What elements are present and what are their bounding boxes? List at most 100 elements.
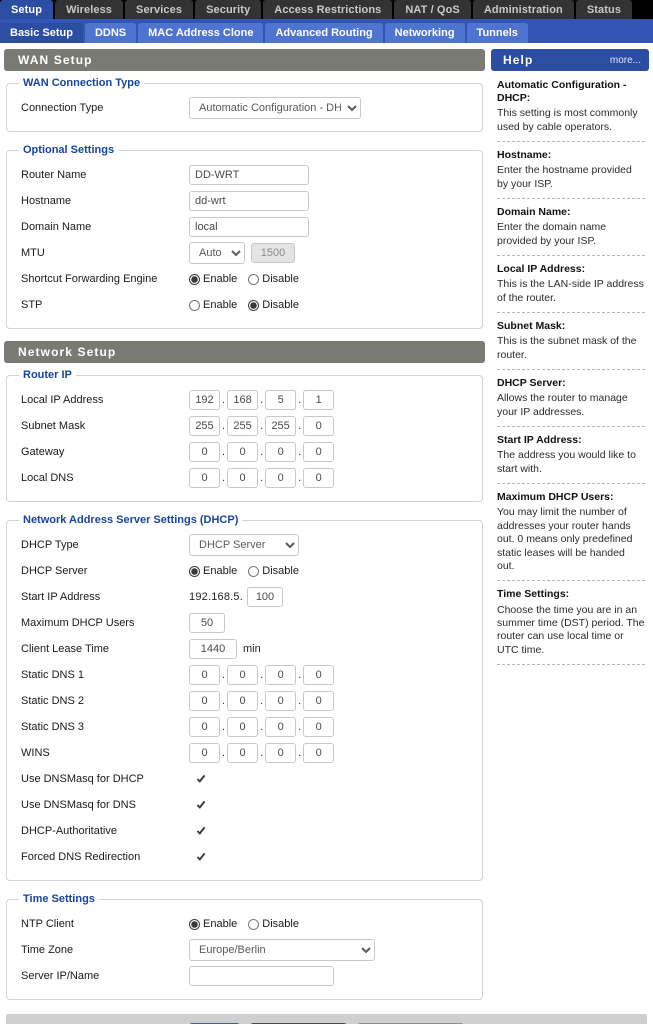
nav-tab-wireless[interactable]: Wireless	[55, 0, 123, 19]
dhcp-server-disable-radio[interactable]	[248, 566, 259, 577]
start-ip-input[interactable]	[247, 587, 283, 607]
static-dns-1-octet-4[interactable]	[303, 665, 334, 685]
static-dns-1-octet-3[interactable]	[265, 665, 296, 685]
subnet-mask-octet-1[interactable]	[189, 416, 220, 436]
shortcut-forwarding-engine-label: Shortcut Forwarding Engine	[17, 273, 189, 285]
help-more-link[interactable]: more...	[610, 55, 641, 66]
wins-label: WINS	[17, 747, 189, 759]
subnet-mask-octet-4[interactable]	[303, 416, 334, 436]
local-dns-octet-2[interactable]	[227, 468, 258, 488]
subnav-tab-basic-setup[interactable]: Basic Setup	[0, 23, 83, 43]
ntp-disable-option[interactable]: Disable	[248, 918, 299, 930]
secondary-navigation: Basic SetupDDNSMAC Address CloneAdvanced…	[0, 19, 653, 43]
sfe-disable-label: Disable	[262, 273, 299, 285]
time-zone-select[interactable]: Europe/Berlin	[189, 939, 375, 961]
help-description: This is the subnet mask of the router.	[497, 335, 645, 362]
gateway-octet-4[interactable]	[303, 442, 334, 462]
nav-tab-access-restrictions[interactable]: Access Restrictions	[263, 0, 392, 19]
max-dhcp-users-input[interactable]	[189, 613, 225, 633]
nav-tab-nat-qos[interactable]: NAT / QoS	[394, 0, 470, 19]
wins-octet-1[interactable]	[189, 743, 220, 763]
optional-settings-fieldset: Optional Settings Router Name Hostname D…	[6, 144, 483, 329]
ntp-enable-option[interactable]: Enable	[189, 918, 237, 930]
static-dns-3-octet-3[interactable]	[265, 717, 296, 737]
wins-octet-4[interactable]	[303, 743, 334, 763]
sfe-enable-radio[interactable]	[189, 274, 200, 285]
gateway-octet-3[interactable]	[265, 442, 296, 462]
local-dns-octet-3[interactable]	[265, 468, 296, 488]
local-dns-octet-4[interactable]	[303, 468, 334, 488]
dhcp-server-enable-option[interactable]: Enable	[189, 565, 237, 577]
static-dns-2-octet-3[interactable]	[265, 691, 296, 711]
stp-disable-radio[interactable]	[248, 300, 259, 311]
subnav-tab-mac-address-clone[interactable]: MAC Address Clone	[138, 23, 263, 43]
subnav-tab-ddns[interactable]: DDNS	[85, 23, 136, 43]
static-dns-2-octet-2[interactable]	[227, 691, 258, 711]
sfe-disable-option[interactable]: Disable	[248, 273, 299, 285]
sfe-enable-option[interactable]: Enable	[189, 273, 237, 285]
static-dns-1-octet-2[interactable]	[227, 665, 258, 685]
max-dhcp-users-row: Maximum DHCP Users	[17, 610, 472, 636]
nav-tab-setup[interactable]: Setup	[0, 0, 53, 19]
nav-tab-services[interactable]: Services	[125, 0, 193, 19]
local-ip-address-octet-4[interactable]	[303, 390, 334, 410]
use-dnsmasq-for-dns-checkbox[interactable]	[195, 799, 207, 811]
octet-separator: .	[220, 747, 227, 759]
client-lease-time-input[interactable]	[189, 639, 237, 659]
static-dns-2-octet-1[interactable]	[189, 691, 220, 711]
subnav-tab-advanced-routing[interactable]: Advanced Routing	[265, 23, 382, 43]
subnet-mask-octet-2[interactable]	[227, 416, 258, 436]
local-ip-address-octet-2[interactable]	[227, 390, 258, 410]
nav-tab-status[interactable]: Status	[576, 0, 632, 19]
nav-tab-administration[interactable]: Administration	[473, 0, 574, 19]
use-dnsmasq-for-dhcp-checkbox[interactable]	[195, 773, 207, 785]
router-name-input[interactable]	[189, 165, 309, 185]
subnav-tab-networking[interactable]: Networking	[385, 23, 465, 43]
domain-name-input[interactable]	[189, 217, 309, 237]
domain-name-label: Domain Name	[17, 221, 189, 233]
static-dns-3-octet-4[interactable]	[303, 717, 334, 737]
dhcp-authoritative-checkbox[interactable]	[195, 825, 207, 837]
static-dns-2-octet-4[interactable]	[303, 691, 334, 711]
stp-disable-option[interactable]: Disable	[248, 299, 299, 311]
server-ip-name-input[interactable]	[189, 966, 334, 986]
mtu-mode-select[interactable]: Auto	[189, 242, 245, 264]
help-item: Domain Name:Enter the domain name provid…	[491, 206, 649, 248]
dhcp-type-select[interactable]: DHCP Server	[189, 534, 299, 556]
sfe-disable-radio[interactable]	[248, 274, 259, 285]
stp-row: STP Enable Disable	[17, 292, 472, 318]
ntp-enable-radio[interactable]	[189, 919, 200, 930]
connection-type-select[interactable]: Automatic Configuration - DHCP	[189, 97, 361, 119]
stp-enable-radio[interactable]	[189, 300, 200, 311]
dhcp-server-disable-option[interactable]: Disable	[248, 565, 299, 577]
help-separator	[497, 369, 645, 370]
ntp-disable-radio[interactable]	[248, 919, 259, 930]
wins-octet-3[interactable]	[265, 743, 296, 763]
octet-separator: .	[296, 446, 303, 458]
dhcp-server-row: DHCP Server Enable Disable	[17, 558, 472, 584]
help-separator	[497, 312, 645, 313]
local-dns-octet-1[interactable]	[189, 468, 220, 488]
local-ip-address-octet-1[interactable]	[189, 390, 220, 410]
dhcp-server-enable-radio[interactable]	[189, 566, 200, 577]
server-ip-name-row: Server IP/Name	[17, 963, 472, 989]
shortcut-forwarding-engine-row: Shortcut Forwarding Engine Enable Disabl…	[17, 266, 472, 292]
stp-enable-option[interactable]: Enable	[189, 299, 237, 311]
hostname-input[interactable]	[189, 191, 309, 211]
gateway-label: Gateway	[17, 446, 189, 458]
gateway-octet-2[interactable]	[227, 442, 258, 462]
subnet-mask-octet-3[interactable]	[265, 416, 296, 436]
subnav-tab-tunnels[interactable]: Tunnels	[467, 23, 528, 43]
local-ip-address-octet-3[interactable]	[265, 390, 296, 410]
use-dnsmasq-for-dns-row: Use DNSMasq for DNS	[17, 792, 472, 818]
static-dns-3-octet-1[interactable]	[189, 717, 220, 737]
wins-octet-2[interactable]	[227, 743, 258, 763]
time-zone-row: Time Zone Europe/Berlin	[17, 937, 472, 963]
help-separator	[497, 141, 645, 142]
forced-dns-redirection-checkbox[interactable]	[195, 851, 207, 863]
static-dns-3-octet-2[interactable]	[227, 717, 258, 737]
static-dns-1-octet-1[interactable]	[189, 665, 220, 685]
nav-tab-security[interactable]: Security	[195, 0, 261, 19]
server-ip-name-label: Server IP/Name	[17, 970, 189, 982]
gateway-octet-1[interactable]	[189, 442, 220, 462]
